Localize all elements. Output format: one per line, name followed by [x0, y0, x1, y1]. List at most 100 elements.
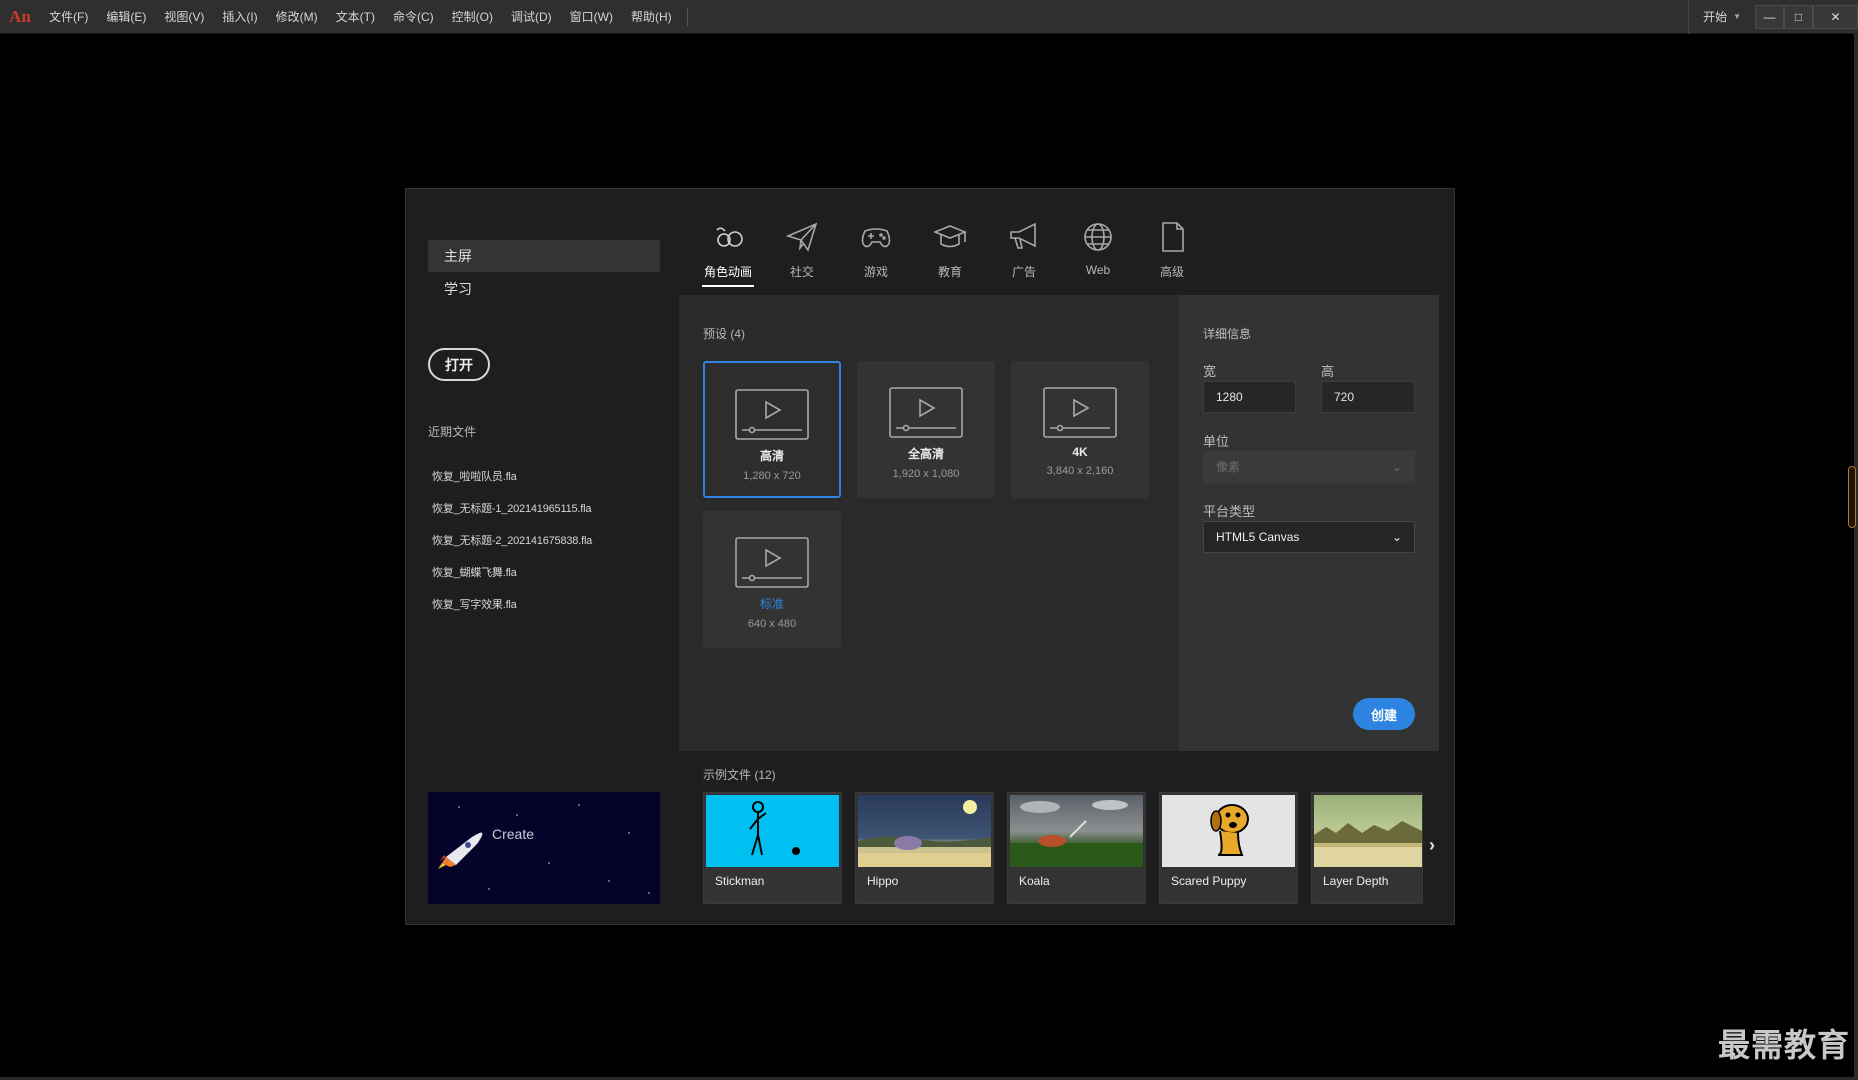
preset-name: 全高清 — [907, 447, 944, 461]
sample-thumbnail — [1010, 795, 1143, 867]
recent-file-item[interactable]: 恢复_写字效果.fla — [432, 589, 592, 621]
stickman-figure — [749, 801, 800, 856]
recent-file-item[interactable]: 恢复_蝴蝶飞舞.fla — [432, 557, 592, 589]
workspace-label: 开始 — [1703, 10, 1728, 24]
unit-value: 像素 — [1216, 460, 1241, 474]
tab-advanced[interactable]: 高级 — [1135, 217, 1209, 287]
app-logo: An — [9, 6, 31, 26]
recent-file-item[interactable]: 恢复_无标题-2_202141675838.fla — [432, 525, 592, 557]
globe-icon — [1078, 217, 1118, 257]
menu-file[interactable]: 文件(F) — [40, 0, 97, 34]
preset-size: 640 x 480 — [747, 618, 797, 630]
tab-games[interactable]: 游戏 — [839, 217, 913, 287]
preset-4k[interactable]: 4K 3,840 x 2,160 — [1011, 361, 1149, 498]
menu-commands[interactable]: 命令(C) — [384, 0, 443, 34]
sample-name: Stickman — [715, 874, 765, 888]
unit-select: 像素 ⌄ — [1203, 451, 1415, 483]
preset-full-hd[interactable]: 全高清 1,920 x 1,080 — [857, 361, 995, 498]
sample-stickman[interactable]: Stickman — [703, 792, 842, 904]
sample-thumbnail — [1314, 795, 1422, 867]
menu-help[interactable]: 帮助(H) — [622, 0, 681, 34]
sample-scared-puppy[interactable]: Scared Puppy — [1159, 792, 1298, 904]
height-field[interactable]: 720 — [1321, 381, 1415, 413]
video-icon — [1043, 387, 1117, 438]
create-button[interactable]: 创建 — [1353, 698, 1415, 730]
window-right-edge — [1854, 34, 1858, 1080]
width-label: 宽 — [1203, 364, 1217, 379]
details-title: 详细信息 — [1203, 327, 1252, 341]
panel-resize-handle[interactable] — [1848, 466, 1856, 528]
sample-koala[interactable]: Koala — [1007, 792, 1146, 904]
tab-label: 广告 — [1011, 265, 1036, 279]
menu-insert[interactable]: 插入(I) — [213, 0, 266, 34]
sample-name: Layer Depth — [1323, 874, 1389, 888]
sample-name: Koala — [1019, 874, 1050, 888]
tab-label: 教育 — [937, 265, 962, 279]
preset-size: 1,920 x 1,080 — [892, 468, 960, 480]
recent-file-item[interactable]: 恢复_无标题-1_202141965115.fla — [432, 493, 592, 525]
create-banner[interactable]: Create — [428, 792, 660, 904]
video-icon — [735, 389, 809, 440]
open-button[interactable]: 打开 — [428, 348, 490, 381]
tab-label: 社交 — [789, 265, 814, 279]
menu-modify[interactable]: 修改(M) — [267, 0, 327, 34]
menu-items: 文件(F) 编辑(E) 视图(V) 插入(I) 修改(M) 文本(T) 命令(C… — [40, 0, 688, 34]
preset-name: 高清 — [759, 449, 784, 463]
sample-hippo[interactable]: Hippo — [855, 792, 994, 904]
menu-text[interactable]: 文本(T) — [327, 0, 384, 34]
sample-thumbnail — [858, 795, 991, 867]
preset-size: 1,280 x 720 — [743, 470, 801, 482]
preset-standard[interactable]: 标准 640 x 480 — [703, 511, 841, 648]
maximize-button[interactable]: □ — [1784, 5, 1813, 29]
platform-value: HTML5 Canvas — [1216, 530, 1300, 544]
recent-files-list: 恢复_啦啦队员.fla 恢复_无标题-1_202141965115.fla 恢复… — [432, 461, 592, 621]
watermark: 最需教育 — [1717, 1026, 1850, 1064]
close-button[interactable]: ✕ — [1813, 5, 1858, 29]
tab-web[interactable]: Web — [1061, 217, 1135, 287]
preset-name: 标准 — [759, 597, 784, 611]
minimize-button[interactable]: — — [1755, 5, 1784, 29]
megaphone-icon — [1004, 217, 1044, 257]
tab-character-animation[interactable]: 角色动画 — [691, 217, 765, 287]
tab-ads[interactable]: 广告 — [987, 217, 1061, 287]
platform-select[interactable]: HTML5 Canvas ⌄ — [1203, 521, 1415, 553]
presets-panel: 预设 (4) 高清 1,280 x 720 全高清 1,920 x 1,080 … — [679, 295, 1179, 751]
details-panel: 详细信息 宽 1280 高 720 单位 像素 ⌄ 平台类型 HTML5 Can… — [1179, 295, 1439, 751]
rocket-icon — [438, 832, 483, 869]
unit-label: 单位 — [1203, 434, 1230, 449]
recent-file-item[interactable]: 恢复_啦啦队员.fla — [432, 461, 592, 493]
menu-edit[interactable]: 编辑(E) — [97, 0, 155, 34]
width-field[interactable]: 1280 — [1203, 381, 1296, 413]
tab-label: Web — [1085, 263, 1111, 277]
menu-window[interactable]: 窗口(W) — [561, 0, 622, 34]
preset-hd[interactable]: 高清 1,280 x 720 — [703, 361, 841, 498]
chevron-down-icon: ⌄ — [1391, 460, 1402, 474]
chevron-right-icon[interactable]: › — [1429, 835, 1435, 856]
start-screen-dialog: 主屏 学习 打开 近期文件 恢复_啦啦队员.fla 恢复_无标题-1_20214… — [405, 188, 1455, 925]
video-icon — [889, 387, 963, 438]
chevron-down-icon: ▼ — [1733, 12, 1741, 21]
preset-name: 4K — [1072, 445, 1088, 459]
menubar-right: 开始 ▼ — □ ✕ — [1688, 0, 1858, 34]
sample-thumbnail — [1162, 795, 1295, 867]
recent-files-title: 近期文件 — [428, 425, 477, 439]
sample-name: Scared Puppy — [1171, 874, 1247, 888]
tab-label: 游戏 — [863, 265, 888, 279]
nav-learn[interactable]: 学习 — [428, 273, 660, 305]
sample-thumbnail — [706, 795, 839, 867]
workspace-switcher[interactable]: 开始 ▼ — [1688, 0, 1755, 34]
graduation-cap-icon — [930, 217, 970, 257]
menu-debug[interactable]: 调试(D) — [502, 0, 561, 34]
height-label: 高 — [1321, 364, 1335, 379]
menu-divider — [686, 7, 688, 26]
category-tabs: 角色动画 社交 游戏 教育 广告 Web 高级 — [691, 217, 1209, 287]
nav-home[interactable]: 主屏 — [428, 240, 660, 272]
tab-active-indicator — [702, 285, 754, 287]
menu-view[interactable]: 视图(V) — [155, 0, 213, 34]
tab-education[interactable]: 教育 — [913, 217, 987, 287]
menu-control[interactable]: 控制(O) — [443, 0, 502, 34]
sample-layer-depth[interactable]: Layer Depth — [1311, 792, 1423, 904]
preset-size: 3,840 x 2,160 — [1046, 465, 1114, 477]
tab-social[interactable]: 社交 — [765, 217, 839, 287]
document-icon — [1152, 217, 1192, 257]
